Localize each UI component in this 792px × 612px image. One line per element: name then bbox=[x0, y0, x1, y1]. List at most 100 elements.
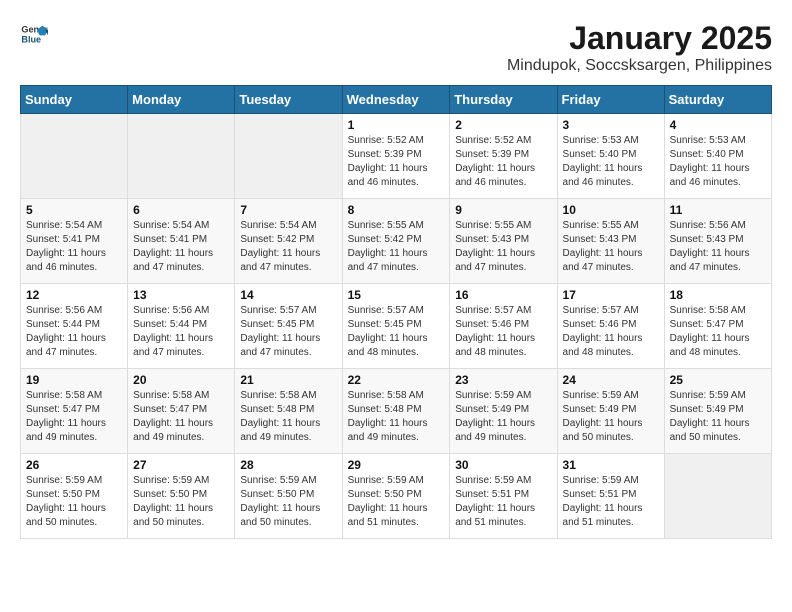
day-number: 2 bbox=[455, 118, 551, 132]
calendar-cell: 3 Sunrise: 5:53 AM Sunset: 5:40 PM Daylig… bbox=[557, 114, 664, 199]
day-number: 25 bbox=[670, 373, 766, 387]
day-info: Sunrise: 5:55 AM Sunset: 5:42 PM Dayligh… bbox=[348, 219, 445, 275]
day-number: 23 bbox=[455, 373, 551, 387]
calendar-cell: 24 Sunrise: 5:59 AM Sunset: 5:49 PM Dayli… bbox=[557, 369, 664, 454]
calendar-header-tuesday: Tuesday bbox=[235, 86, 342, 114]
day-number: 30 bbox=[455, 458, 551, 472]
calendar-cell bbox=[21, 114, 128, 199]
day-number: 31 bbox=[563, 458, 659, 472]
calendar-cell: 5 Sunrise: 5:54 AM Sunset: 5:41 PM Daylig… bbox=[21, 199, 128, 284]
calendar-header-saturday: Saturday bbox=[664, 86, 771, 114]
calendar-header-wednesday: Wednesday bbox=[342, 86, 450, 114]
calendar-cell: 4 Sunrise: 5:53 AM Sunset: 5:40 PM Daylig… bbox=[664, 114, 771, 199]
day-info: Sunrise: 5:56 AM Sunset: 5:44 PM Dayligh… bbox=[26, 304, 122, 360]
calendar-cell: 19 Sunrise: 5:58 AM Sunset: 5:47 PM Dayli… bbox=[21, 369, 128, 454]
calendar-cell: 9 Sunrise: 5:55 AM Sunset: 5:43 PM Daylig… bbox=[450, 199, 557, 284]
day-info: Sunrise: 5:58 AM Sunset: 5:47 PM Dayligh… bbox=[26, 389, 122, 445]
day-info: Sunrise: 5:59 AM Sunset: 5:49 PM Dayligh… bbox=[455, 389, 551, 445]
day-info: Sunrise: 5:59 AM Sunset: 5:50 PM Dayligh… bbox=[133, 474, 229, 530]
calendar-header-friday: Friday bbox=[557, 86, 664, 114]
day-number: 1 bbox=[348, 118, 445, 132]
calendar-header-thursday: Thursday bbox=[450, 86, 557, 114]
subtitle: Mindupok, Soccsksargen, Philippines bbox=[507, 57, 772, 75]
calendar-cell: 11 Sunrise: 5:56 AM Sunset: 5:43 PM Dayli… bbox=[664, 199, 771, 284]
day-info: Sunrise: 5:56 AM Sunset: 5:44 PM Dayligh… bbox=[133, 304, 229, 360]
day-info: Sunrise: 5:53 AM Sunset: 5:40 PM Dayligh… bbox=[670, 134, 766, 190]
calendar-cell: 16 Sunrise: 5:57 AM Sunset: 5:46 PM Dayli… bbox=[450, 284, 557, 369]
day-info: Sunrise: 5:59 AM Sunset: 5:50 PM Dayligh… bbox=[240, 474, 336, 530]
day-info: Sunrise: 5:57 AM Sunset: 5:46 PM Dayligh… bbox=[563, 304, 659, 360]
day-info: Sunrise: 5:55 AM Sunset: 5:43 PM Dayligh… bbox=[563, 219, 659, 275]
calendar-cell: 23 Sunrise: 5:59 AM Sunset: 5:49 PM Dayli… bbox=[450, 369, 557, 454]
header: General Blue January 2025 Mindupok, Socc… bbox=[20, 20, 772, 75]
calendar-cell: 8 Sunrise: 5:55 AM Sunset: 5:42 PM Daylig… bbox=[342, 199, 450, 284]
logo-icon: General Blue bbox=[20, 20, 48, 48]
calendar-cell: 17Sunrise: 5:57 AM Sunset: 5:46 PM Dayli… bbox=[557, 284, 664, 369]
day-number: 26 bbox=[26, 458, 122, 472]
calendar-week-5: 26 Sunrise: 5:59 AM Sunset: 5:50 PM Dayli… bbox=[21, 454, 772, 539]
calendar-cell: 18 Sunrise: 5:58 AM Sunset: 5:47 PM Dayli… bbox=[664, 284, 771, 369]
main-title: January 2025 bbox=[507, 20, 772, 57]
day-number: 18 bbox=[670, 288, 766, 302]
calendar-week-1: 1 Sunrise: 5:52 AM Sunset: 5:39 PM Daylig… bbox=[21, 114, 772, 199]
day-number: 12 bbox=[26, 288, 122, 302]
day-number: 24 bbox=[563, 373, 659, 387]
day-number: 10 bbox=[563, 203, 659, 217]
day-info: Sunrise: 5:52 AM Sunset: 5:39 PM Dayligh… bbox=[348, 134, 445, 190]
calendar-cell: 2Sunrise: 5:52 AM Sunset: 5:39 PM Daylig… bbox=[450, 114, 557, 199]
calendar-week-4: 19 Sunrise: 5:58 AM Sunset: 5:47 PM Dayli… bbox=[21, 369, 772, 454]
calendar-cell: 20 Sunrise: 5:58 AM Sunset: 5:47 PM Dayli… bbox=[128, 369, 235, 454]
day-info: Sunrise: 5:54 AM Sunset: 5:41 PM Dayligh… bbox=[26, 219, 122, 275]
calendar-cell: 27Sunrise: 5:59 AM Sunset: 5:50 PM Dayli… bbox=[128, 454, 235, 539]
day-info: Sunrise: 5:59 AM Sunset: 5:50 PM Dayligh… bbox=[26, 474, 122, 530]
day-info: Sunrise: 5:53 AM Sunset: 5:40 PM Dayligh… bbox=[563, 134, 659, 190]
day-info: Sunrise: 5:54 AM Sunset: 5:42 PM Dayligh… bbox=[240, 219, 336, 275]
day-info: Sunrise: 5:57 AM Sunset: 5:45 PM Dayligh… bbox=[240, 304, 336, 360]
calendar-cell: 13Sunrise: 5:56 AM Sunset: 5:44 PM Dayli… bbox=[128, 284, 235, 369]
day-number: 8 bbox=[348, 203, 445, 217]
calendar-header-row: SundayMondayTuesdayWednesdayThursdayFrid… bbox=[21, 86, 772, 114]
day-info: Sunrise: 5:58 AM Sunset: 5:47 PM Dayligh… bbox=[670, 304, 766, 360]
day-number: 9 bbox=[455, 203, 551, 217]
day-number: 20 bbox=[133, 373, 229, 387]
calendar-week-3: 12 Sunrise: 5:56 AM Sunset: 5:44 PM Dayli… bbox=[21, 284, 772, 369]
day-info: Sunrise: 5:57 AM Sunset: 5:46 PM Dayligh… bbox=[455, 304, 551, 360]
calendar-cell: 10 Sunrise: 5:55 AM Sunset: 5:43 PM Dayli… bbox=[557, 199, 664, 284]
day-info: Sunrise: 5:55 AM Sunset: 5:43 PM Dayligh… bbox=[455, 219, 551, 275]
calendar-cell bbox=[128, 114, 235, 199]
day-info: Sunrise: 5:59 AM Sunset: 5:50 PM Dayligh… bbox=[348, 474, 445, 530]
day-number: 15 bbox=[348, 288, 445, 302]
day-info: Sunrise: 5:59 AM Sunset: 5:51 PM Dayligh… bbox=[563, 474, 659, 530]
day-number: 11 bbox=[670, 203, 766, 217]
calendar-cell: 26 Sunrise: 5:59 AM Sunset: 5:50 PM Dayli… bbox=[21, 454, 128, 539]
logo: General Blue bbox=[20, 20, 48, 48]
day-number: 4 bbox=[670, 118, 766, 132]
calendar-cell: 7 Sunrise: 5:54 AM Sunset: 5:42 PM Daylig… bbox=[235, 199, 342, 284]
day-info: Sunrise: 5:56 AM Sunset: 5:43 PM Dayligh… bbox=[670, 219, 766, 275]
calendar-cell: 28 Sunrise: 5:59 AM Sunset: 5:50 PM Dayli… bbox=[235, 454, 342, 539]
day-info: Sunrise: 5:59 AM Sunset: 5:49 PM Dayligh… bbox=[563, 389, 659, 445]
calendar-cell: 25Sunrise: 5:59 AM Sunset: 5:49 PM Dayli… bbox=[664, 369, 771, 454]
calendar-cell: 12 Sunrise: 5:56 AM Sunset: 5:44 PM Dayli… bbox=[21, 284, 128, 369]
title-section: January 2025 Mindupok, Soccsksargen, Phi… bbox=[507, 20, 772, 75]
day-number: 16 bbox=[455, 288, 551, 302]
day-number: 29 bbox=[348, 458, 445, 472]
day-number: 3 bbox=[563, 118, 659, 132]
day-number: 5 bbox=[26, 203, 122, 217]
day-number: 7 bbox=[240, 203, 336, 217]
calendar-week-2: 5 Sunrise: 5:54 AM Sunset: 5:41 PM Daylig… bbox=[21, 199, 772, 284]
day-number: 14 bbox=[240, 288, 336, 302]
day-info: Sunrise: 5:58 AM Sunset: 5:47 PM Dayligh… bbox=[133, 389, 229, 445]
calendar-cell bbox=[235, 114, 342, 199]
calendar-cell: 22Sunrise: 5:58 AM Sunset: 5:48 PM Dayli… bbox=[342, 369, 450, 454]
calendar-table: SundayMondayTuesdayWednesdayThursdayFrid… bbox=[20, 85, 772, 539]
calendar-cell: 29 Sunrise: 5:59 AM Sunset: 5:50 PM Dayli… bbox=[342, 454, 450, 539]
calendar-cell: 15Sunrise: 5:57 AM Sunset: 5:45 PM Dayli… bbox=[342, 284, 450, 369]
calendar-header-sunday: Sunday bbox=[21, 86, 128, 114]
day-number: 19 bbox=[26, 373, 122, 387]
calendar-cell: 1 Sunrise: 5:52 AM Sunset: 5:39 PM Daylig… bbox=[342, 114, 450, 199]
calendar-header-monday: Monday bbox=[128, 86, 235, 114]
calendar-cell: 6Sunrise: 5:54 AM Sunset: 5:41 PM Daylig… bbox=[128, 199, 235, 284]
day-number: 28 bbox=[240, 458, 336, 472]
calendar-cell bbox=[664, 454, 771, 539]
